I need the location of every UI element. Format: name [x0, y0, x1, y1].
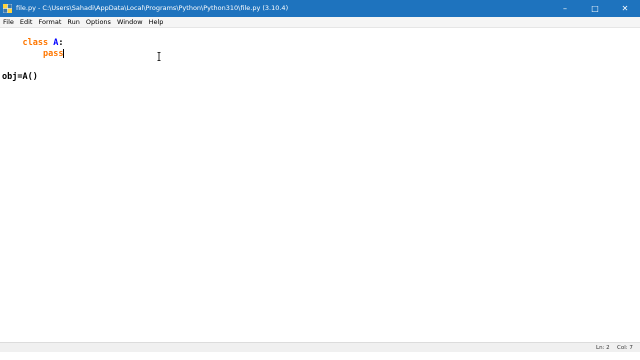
menu-bar: File Edit Format Run Options Window Help	[0, 17, 640, 28]
python-idle-icon	[2, 3, 13, 14]
menu-run[interactable]: Run	[64, 17, 82, 27]
code-line-5: obj=A()	[2, 72, 38, 82]
window-controls: – □ ✕	[550, 0, 640, 17]
menu-options[interactable]: Options	[83, 17, 114, 27]
menu-edit[interactable]: Edit	[17, 17, 36, 27]
menu-help[interactable]: Help	[146, 17, 167, 27]
title-bar[interactable]: file.py - C:\Users\Sahadi\AppData\Local\…	[0, 0, 640, 17]
mouse-ibeam-icon	[157, 46, 161, 65]
close-button[interactable]: ✕	[610, 0, 640, 17]
text-cursor	[63, 49, 65, 58]
menu-file[interactable]: File	[0, 17, 17, 27]
minimize-button[interactable]: –	[550, 0, 580, 17]
maximize-button[interactable]: □	[580, 0, 610, 17]
window-title: file.py - C:\Users\Sahadi\AppData\Local\…	[16, 4, 289, 12]
code-editor[interactable]: class A: pass obj=A()	[0, 28, 640, 342]
code-line-2: pass	[2, 39, 65, 69]
menu-format[interactable]: Format	[35, 17, 64, 27]
bottom-strip	[0, 352, 640, 360]
menu-window[interactable]: Window	[114, 17, 146, 27]
keyword-pass: pass	[42, 49, 64, 59]
